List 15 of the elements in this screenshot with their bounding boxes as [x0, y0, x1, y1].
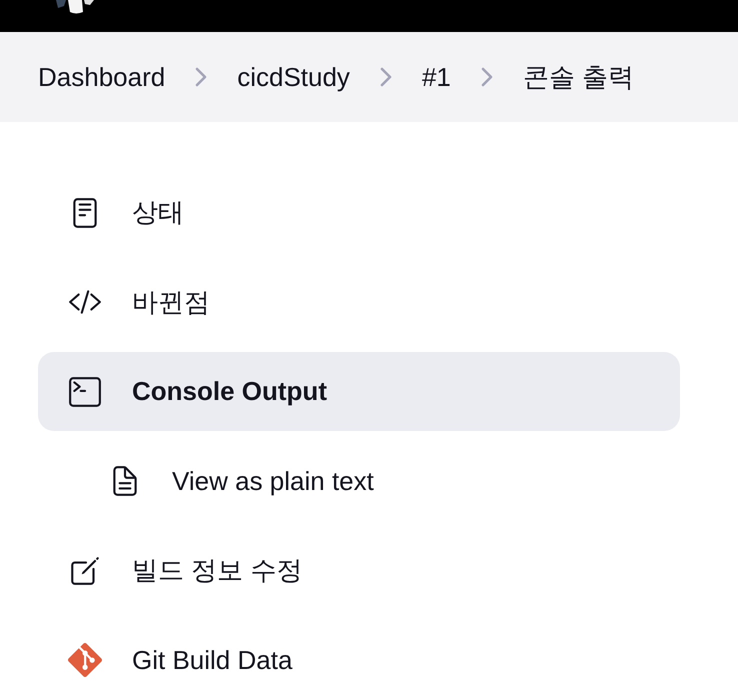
breadcrumb-link[interactable]: cicdStudy: [237, 58, 350, 96]
breadcrumb-link[interactable]: Dashboard: [38, 58, 166, 96]
sidebar-item[interactable]: 상태: [38, 173, 680, 252]
sidebar-item[interactable]: View as plain text: [78, 442, 680, 520]
chevron-icon: [380, 67, 392, 87]
breadcrumb-link[interactable]: 콘솔 출력: [522, 58, 634, 96]
branch-diamond-icon: [68, 643, 102, 677]
sidebar-item[interactable]: 바뀐점: [38, 262, 680, 342]
sidebar-item[interactable]: 빌드 정보 수정: [38, 531, 680, 610]
sidebar-item[interactable]: Console Output: [38, 352, 680, 431]
chevron-icon: [480, 67, 493, 87]
terminal-icon: [68, 374, 102, 408]
breadcrumb-link[interactable]: #1: [422, 58, 451, 96]
chevron-icon: [195, 67, 208, 87]
sidebar-item[interactable]: Git Build Data: [38, 620, 680, 700]
